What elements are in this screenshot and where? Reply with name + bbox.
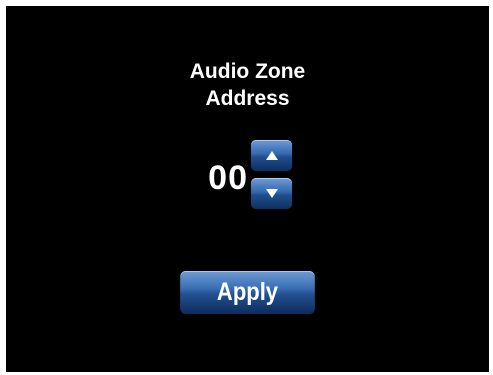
title-line-2: Address [205,87,290,110]
increment-button[interactable] [251,140,292,171]
audio-zone-address-screen: Audio Zone Address 00 Apply [6,6,489,372]
zone-address-value: 00 [208,159,248,197]
page-title: Audio Zone Address [6,58,489,112]
triangle-up-icon [265,150,279,161]
decrement-button[interactable] [251,178,292,209]
triangle-down-icon [265,188,279,199]
apply-button[interactable]: Apply [180,271,315,314]
title-line-1: Audio Zone [189,60,306,83]
